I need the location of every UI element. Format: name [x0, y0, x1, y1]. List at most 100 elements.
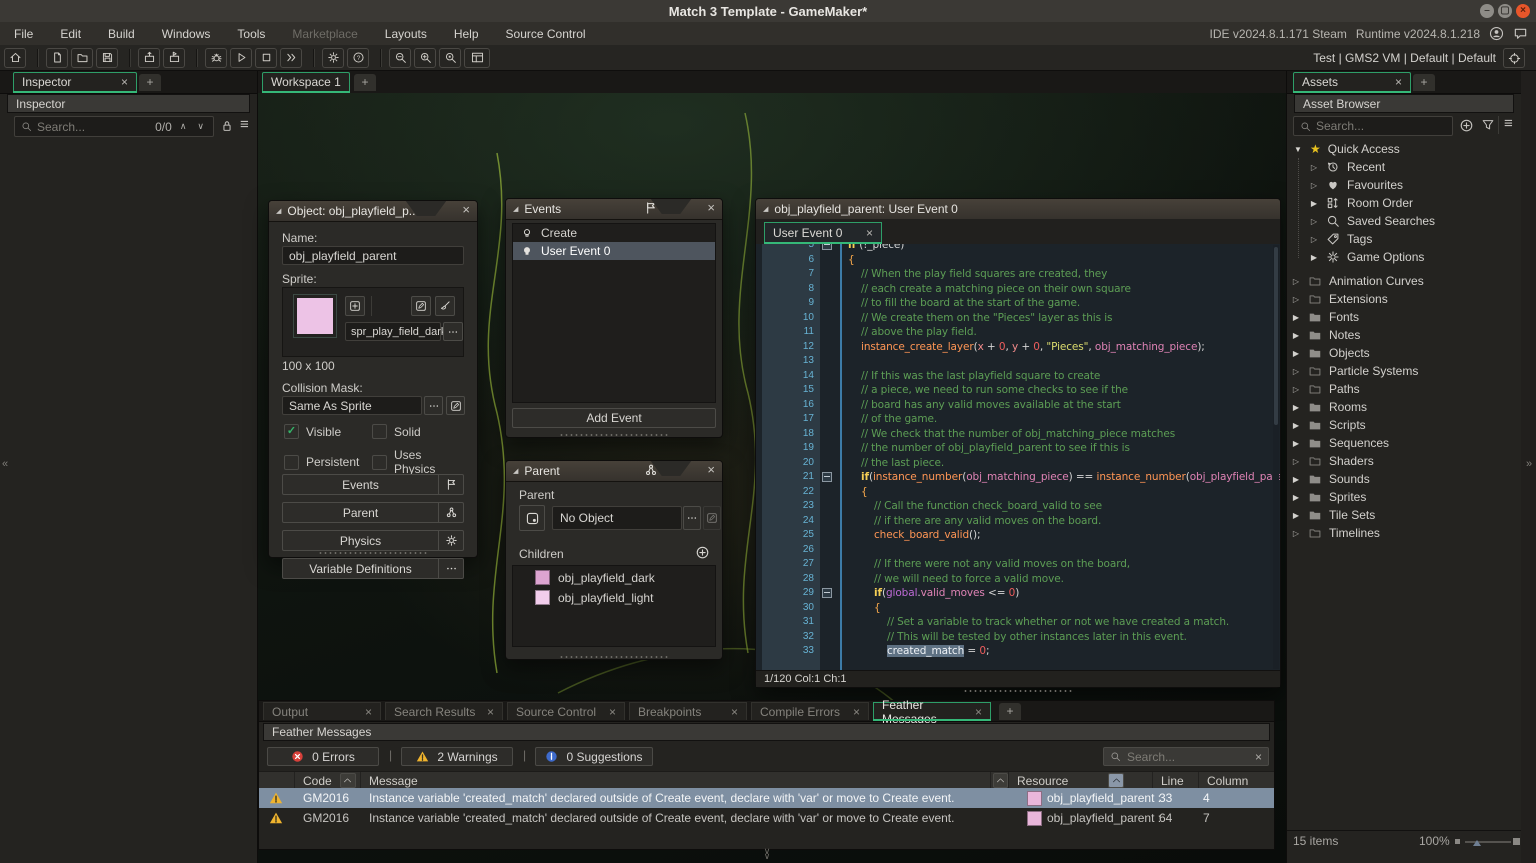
child-item-obj-playfield-light[interactable]: obj_playfield_light — [513, 589, 715, 606]
tab-user-event-0[interactable]: User Event 0 × — [764, 222, 882, 243]
parent-object-button[interactable] — [519, 505, 545, 531]
code-panel-header[interactable]: ◢ obj_playfield_parent: User Event 0 — [756, 199, 1280, 220]
chevron-right-icon[interactable]: ▶ — [1291, 331, 1301, 340]
account-icon[interactable] — [1489, 26, 1504, 41]
code-line-14[interactable]: 14// If this was the last playfield squa… — [756, 369, 1280, 384]
code-line-12[interactable]: 12instance_create_layer(x + 0, y + 0, "P… — [756, 340, 1280, 355]
chevron-right-icon[interactable]: ▶ — [1291, 511, 1301, 520]
inspector-menu-icon[interactable]: ≡ — [240, 116, 249, 133]
tree-item-tags[interactable]: ▷Tags — [1287, 230, 1521, 248]
tab-close-icon[interactable]: × — [609, 705, 616, 719]
collapse-icon[interactable]: ◢ — [513, 205, 518, 213]
code-line-16[interactable]: 16// board has any valid moves available… — [756, 398, 1280, 413]
inspector-search-input[interactable]: Search... 0/0 ∧ ∨ — [14, 116, 214, 137]
tree-group-shaders[interactable]: ▷Shaders — [1287, 452, 1521, 470]
new-project-button[interactable] — [46, 48, 68, 68]
parent-more-button[interactable] — [683, 506, 701, 530]
fold-marker-icon[interactable] — [822, 244, 832, 250]
tab-assets[interactable]: Assets× — [1293, 72, 1411, 91]
collapse-icon[interactable]: ◢ — [763, 205, 768, 213]
checkbox-solid[interactable]: Solid — [372, 424, 466, 439]
collapse-bottom-icon[interactable]: ∨∨ — [752, 849, 782, 859]
resize-handle[interactable] — [559, 433, 669, 437]
tab-search-results[interactable]: Search Results× — [385, 702, 503, 720]
feather-message-row[interactable]: GM2016Instance variable 'created_match' … — [259, 788, 1274, 808]
sort-message-button[interactable] — [993, 773, 1008, 788]
sort-resource-button[interactable] — [1108, 773, 1124, 788]
chevron-right-icon[interactable]: ▶ — [1309, 253, 1319, 262]
assets-menu-icon[interactable]: ≡ — [1504, 115, 1513, 132]
events-section-button[interactable]: Events — [282, 474, 464, 495]
event-item-create[interactable]: Create — [513, 224, 715, 242]
tab-close-icon[interactable]: × — [487, 705, 494, 719]
tab-feather-messages[interactable]: Feather Messages× — [873, 702, 991, 720]
code-line-9[interactable]: 9// to fill the board at the start of th… — [756, 296, 1280, 311]
tree-group-sequences[interactable]: ▶Sequences — [1287, 434, 1521, 452]
code-line-33[interactable]: 33created_match = 0; — [756, 644, 1280, 659]
lock-icon[interactable] — [220, 119, 234, 133]
checkbox-uses-physics[interactable]: Uses Physics — [372, 448, 466, 476]
column-header-code[interactable]: Code — [295, 772, 361, 789]
create-executable-button[interactable] — [138, 48, 160, 68]
checkbox-box[interactable]: ✓ — [284, 424, 299, 439]
tree-group-fonts[interactable]: ▶Fonts — [1287, 308, 1521, 326]
tree-group-animation-curves[interactable]: ▷Animation Curves — [1287, 272, 1521, 290]
chevron-right-icon[interactable]: ▷ — [1309, 217, 1319, 226]
zoom-out-button[interactable] — [389, 48, 411, 68]
code-line-21[interactable]: 21if(instance_number(obj_matching_piece)… — [756, 470, 1280, 485]
minimize-button[interactable]: – — [1480, 4, 1494, 18]
clear-search-icon[interactable]: × — [1255, 750, 1262, 764]
code-line-20[interactable]: 20// the last piece. — [756, 456, 1280, 471]
parent-edit-button[interactable] — [703, 506, 721, 530]
object-panel-header[interactable]: ◢ Object: obj_playfield_p... × — [269, 201, 477, 222]
code-editor[interactable]: 5if (!_piece)6{7// When the play field s… — [756, 244, 1280, 670]
assets-search-input[interactable]: Search... — [1293, 116, 1453, 136]
resize-handle[interactable] — [963, 689, 1073, 693]
column-header-message[interactable]: Message — [361, 772, 991, 789]
events-panel-header[interactable]: ◢ Events × — [506, 199, 722, 220]
run-button[interactable] — [230, 48, 252, 68]
feather-message-row[interactable]: GM2016Instance variable 'created_match' … — [259, 808, 1274, 828]
target-manager-button[interactable] — [1503, 48, 1525, 68]
workspace-layout-button[interactable] — [464, 48, 490, 68]
tab-close-icon[interactable]: × — [866, 226, 873, 240]
collision-edit-button[interactable] — [446, 396, 465, 415]
build-config-text[interactable]: Test | GMS2 VM | Default | Default — [1313, 45, 1496, 71]
chevron-right-icon[interactable]: ▶ — [1291, 493, 1301, 502]
tree-item-quick-access[interactable]: ▼★Quick Access — [1287, 140, 1521, 158]
menu-tools[interactable]: Tools — [237, 27, 265, 41]
code-line-27[interactable]: 27// If there were not any valid moves o… — [756, 557, 1280, 572]
chevron-right-icon[interactable]: ▷ — [1309, 181, 1319, 190]
code-line-19[interactable]: 19// the number of obj_playfield_parent … — [756, 441, 1280, 456]
home-button[interactable] — [4, 48, 26, 68]
menu-windows[interactable]: Windows — [162, 27, 211, 41]
code-line-25[interactable]: 25check_board_valid(); — [756, 528, 1280, 543]
tab-close-icon[interactable]: × — [731, 705, 738, 719]
chevron-right-icon[interactable]: ▶ — [1291, 349, 1301, 358]
edit-sprite-button[interactable] — [411, 296, 431, 316]
chevron-right-icon[interactable]: ▶ — [1291, 439, 1301, 448]
close-icon[interactable]: × — [462, 202, 470, 217]
menu-help[interactable]: Help — [454, 27, 479, 41]
code-line-18[interactable]: 18// We check that the number of obj_mat… — [756, 427, 1280, 442]
sort-code-button[interactable] — [340, 773, 356, 788]
collapse-icon[interactable]: ◢ — [276, 207, 281, 215]
tree-item-saved-searches[interactable]: ▷Saved Searches — [1287, 212, 1521, 230]
code-line-7[interactable]: 7// When the play field squares are crea… — [756, 267, 1280, 282]
tab-breakpoints[interactable]: Breakpoints× — [629, 702, 747, 720]
code-line-13[interactable]: 13 — [756, 354, 1280, 369]
stop-button[interactable] — [255, 48, 277, 68]
tab-compile-errors[interactable]: Compile Errors× — [751, 702, 869, 720]
feedback-icon[interactable] — [1513, 26, 1528, 41]
chevron-right-icon[interactable]: ▶ — [1291, 421, 1301, 430]
column-header-resource[interactable]: Resource — [1009, 772, 1153, 789]
tree-item-recent[interactable]: ▷Recent — [1287, 158, 1521, 176]
code-line-30[interactable]: 30{ — [756, 601, 1280, 616]
checkbox-box[interactable] — [372, 455, 387, 470]
menu-marketplace[interactable]: Marketplace — [292, 27, 357, 41]
sprite-preview[interactable] — [293, 294, 337, 338]
menu-file[interactable]: File — [14, 27, 33, 41]
sprite-more-button[interactable] — [443, 322, 463, 341]
collapse-left-dock-icon[interactable]: « — [2, 458, 8, 470]
child-item-obj-playfield-dark[interactable]: obj_playfield_dark — [513, 569, 715, 586]
